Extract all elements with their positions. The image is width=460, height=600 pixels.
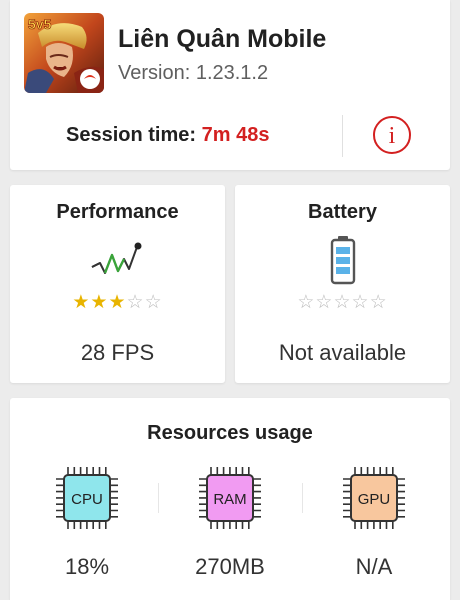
star-empty-icon: ☆ (126, 292, 145, 313)
info-glyph: i (389, 123, 396, 149)
ram-chip-icon[interactable]: RAM (197, 465, 263, 531)
battery-value: Not available (278, 340, 407, 365)
resource-divider (302, 483, 303, 513)
star-filled-icon: ★ (72, 292, 91, 313)
star-empty-icon: ☆ (333, 292, 352, 313)
cpu-usage-value: 18% (64, 554, 110, 579)
session-time: Session time: 7m 48s (66, 124, 269, 147)
performance-rating: ★★★☆☆ (10, 292, 225, 314)
performance-fps: 28 FPS (80, 340, 155, 365)
star-empty-icon: ☆ (369, 292, 388, 313)
battery-title: Battery (308, 201, 377, 223)
star-empty-icon: ☆ (315, 292, 334, 313)
star-filled-icon: ★ (108, 292, 127, 313)
performance-graph-icon (91, 242, 141, 274)
info-button[interactable]: i (372, 115, 412, 155)
battery-card[interactable]: Battery ☆☆☆☆☆ Not available (235, 185, 450, 383)
resource-divider (158, 483, 159, 513)
session-time-label: Session time: (66, 124, 197, 146)
game-badge-text: 5v5 (28, 16, 52, 32)
battery-icon (330, 236, 355, 285)
gpu-usage-value: N/A (355, 554, 393, 579)
star-empty-icon: ☆ (351, 292, 370, 313)
chip-label: GPU (358, 491, 391, 508)
info-icon: i (373, 116, 411, 154)
session-time-value: 7m 48s (201, 124, 270, 146)
game-app-icon: 5v5 (24, 13, 104, 93)
app-title: Liên Quân Mobile (118, 25, 327, 53)
resources-title: Resources usage (147, 422, 313, 444)
chip-label: RAM (213, 491, 246, 508)
app-header-card: 5v5 Liên Quân Mobile Version: 1.23.1.2 S… (10, 0, 450, 170)
star-empty-icon: ☆ (297, 292, 316, 313)
header-divider (342, 115, 343, 157)
performance-card[interactable]: Performance ★★★☆☆ 28 FPS (10, 185, 225, 383)
app-version: Version: 1.23.1.2 (118, 62, 268, 85)
version-value: 1.23.1.2 (195, 62, 269, 84)
star-empty-icon: ☆ (144, 292, 163, 313)
battery-rating: ☆☆☆☆☆ (235, 292, 450, 314)
cpu-chip-icon[interactable]: CPU (54, 465, 120, 531)
resources-card: Resources usage CPU RAM GPU 18% 270MB N/… (10, 398, 450, 600)
chip-label: CPU (71, 491, 103, 508)
version-label: Version: (118, 62, 191, 84)
performance-title: Performance (56, 201, 179, 223)
star-filled-icon: ★ (90, 292, 109, 313)
ram-usage-value: 270MB (195, 554, 265, 579)
gpu-chip-icon[interactable]: GPU (341, 465, 407, 531)
